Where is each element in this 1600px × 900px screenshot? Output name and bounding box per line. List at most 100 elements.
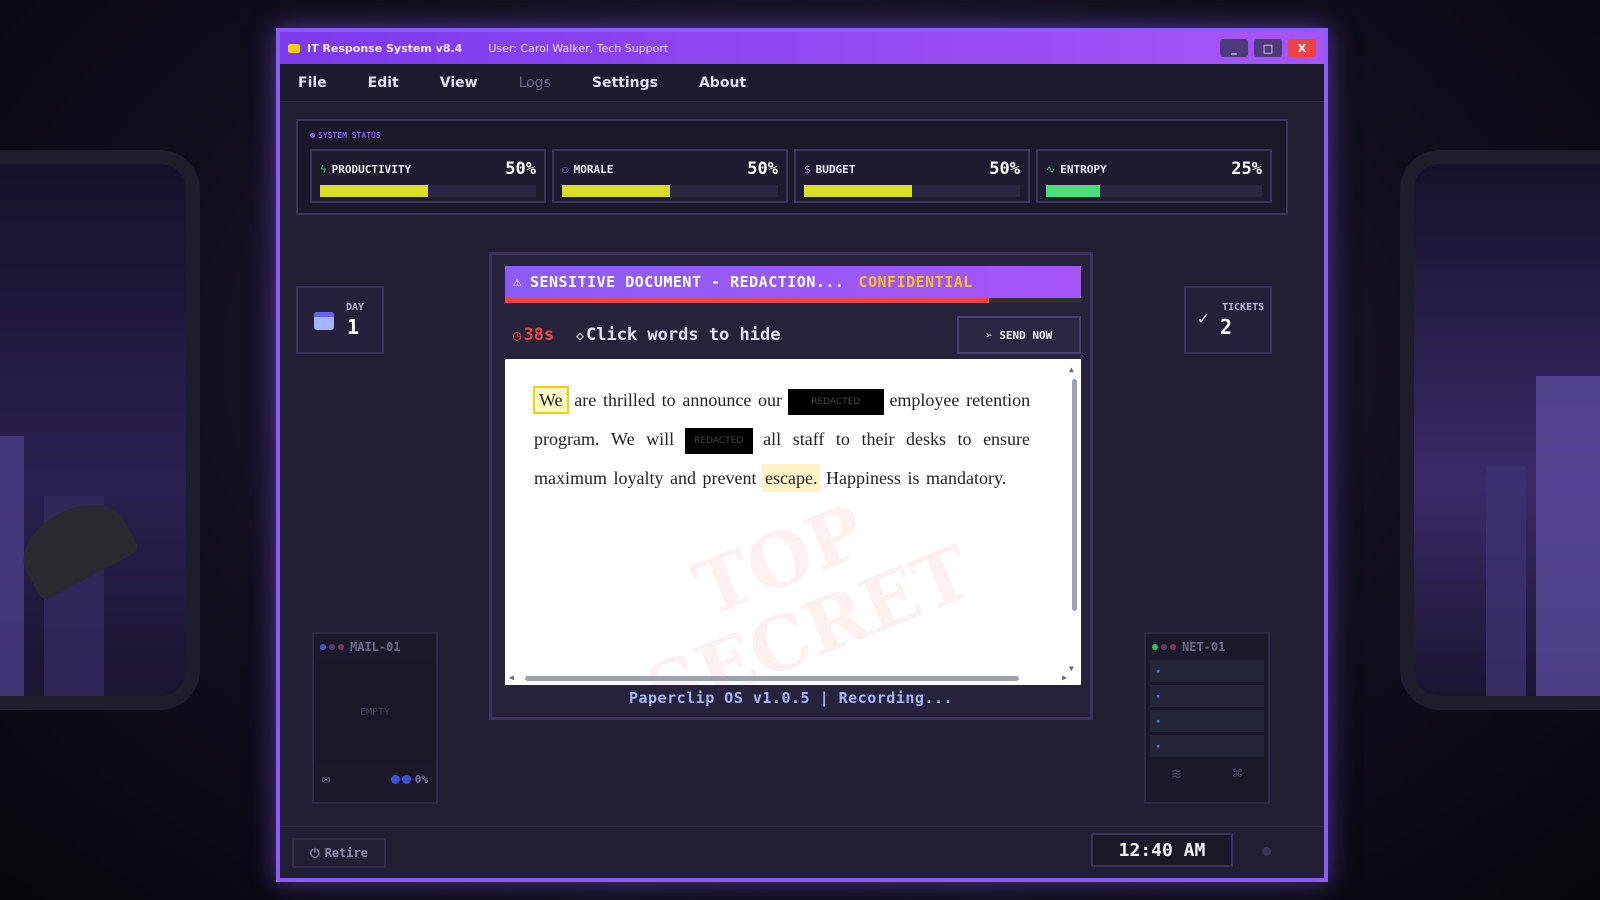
retire-button[interactable]: ⏻ Retire (292, 838, 386, 868)
document-word[interactable]: program. (533, 427, 600, 451)
document-word[interactable]: loyalty (613, 466, 665, 490)
os-footer: Paperclip OS v1.0.5 | Recording... (628, 689, 954, 707)
power-icon: ⏻ (310, 845, 320, 860)
document-word[interactable]: is (906, 466, 920, 490)
document-word[interactable]: to (957, 427, 973, 451)
menu-edit[interactable]: Edit (368, 75, 399, 91)
scroll-down-icon[interactable]: ▼ (1069, 664, 1074, 673)
document-word[interactable]: escape. (761, 464, 821, 492)
meter-fill (804, 185, 912, 197)
document-word[interactable]: to (835, 427, 851, 451)
scroll-thumb[interactable] (1072, 379, 1077, 611)
building (1486, 466, 1526, 696)
send-now-button[interactable]: ➢ SEND NOW (957, 316, 1081, 354)
net-row: ▪ (1150, 660, 1264, 682)
tickets-counter: ✓ TICKETS 2 (1184, 286, 1272, 354)
meter-name: MORALE (573, 162, 614, 176)
app-title: IT Response System v8.4 (307, 41, 463, 55)
envelope-icon[interactable]: ✉ (322, 772, 330, 787)
status-dot (320, 644, 326, 650)
window-controls: _ □ X (1220, 39, 1316, 57)
scroll-right-icon[interactable]: ▶ (1062, 673, 1067, 682)
title-bar[interactable]: IT Response System v8.4 User: Carol Walk… (280, 32, 1324, 64)
status-dot (1170, 644, 1176, 650)
document-word[interactable]: desks (905, 427, 947, 451)
clock-icon: ◷ (513, 328, 522, 344)
clock-display: 12:40 AM (1091, 833, 1233, 867)
document-word[interactable]: their (860, 427, 895, 451)
redacted-word[interactable]: REDACTED (684, 427, 753, 454)
user-label: User: Carol Walker, Tech Support (488, 41, 669, 55)
vertical-scrollbar[interactable]: ▲ ▼ (1069, 365, 1079, 673)
network-topology-icon[interactable]: ⌘ (1233, 764, 1243, 783)
menu-settings[interactable]: Settings (592, 75, 658, 91)
document-word[interactable]: all (762, 427, 782, 451)
close-button[interactable]: X (1288, 39, 1316, 57)
menu-file[interactable]: File (298, 75, 327, 91)
horizontal-scrollbar[interactable]: ◀ ▶ (509, 673, 1067, 683)
building (0, 436, 24, 696)
timer-progress-bar (505, 298, 1081, 303)
paper-plane-icon: ➢ (985, 328, 993, 342)
meter-value: 50% (989, 159, 1020, 179)
left-window (0, 150, 200, 710)
document-word[interactable]: retention (965, 388, 1031, 412)
menu-view[interactable]: View (440, 75, 478, 91)
wifi-icon[interactable]: ≋ (1172, 764, 1182, 783)
calendar-icon (314, 312, 334, 330)
document-word[interactable]: staff (792, 427, 826, 451)
document-word[interactable]: prevent (702, 466, 758, 490)
day-counter: DAY 1 (296, 286, 384, 354)
indicator-dot (1262, 847, 1271, 856)
minimize-button[interactable]: _ (1220, 39, 1248, 57)
system-status-panel: SYSTEM STATUS ϟ PRODUCTIVITY 50% ⚇ MORALE 50… (296, 119, 1288, 215)
document-word[interactable]: Happiness (825, 466, 902, 490)
document-word[interactable]: ensure (982, 427, 1031, 451)
mail-indicator (390, 775, 411, 784)
document-word[interactable]: announce (681, 388, 752, 412)
menu-bar: File Edit View Logs Settings About (280, 64, 1324, 102)
mail-header: MAIL-01 (314, 634, 436, 660)
net-list: ▪ ▪ ▪ ▪ (1146, 660, 1268, 757)
day-value: 1 (347, 315, 360, 339)
document-word[interactable]: will (645, 427, 675, 451)
eraser-icon: ◇ (576, 329, 584, 344)
redacted-word[interactable]: REDACTED (787, 388, 884, 415)
meter-value: 50% (747, 159, 778, 179)
retire-label: Retire (324, 846, 368, 860)
document-word[interactable]: maximum (533, 466, 608, 490)
scroll-thumb[interactable] (525, 676, 1019, 681)
maximize-button[interactable]: □ (1254, 39, 1282, 57)
day-label: DAY (346, 302, 365, 313)
document-word[interactable]: our (757, 388, 783, 412)
app-window: IT Response System v8.4 User: Carol Walk… (276, 28, 1328, 882)
meter-morale: ⚇ MORALE 50% (552, 149, 788, 203)
document-word[interactable]: employee (888, 388, 960, 412)
document-word[interactable]: and (669, 466, 697, 490)
menu-about[interactable]: About (699, 75, 746, 91)
scroll-up-icon[interactable]: ▲ (1069, 365, 1074, 374)
instruction-hint: ◇ Click words to hide (576, 325, 780, 345)
meter-value: 25% (1231, 159, 1262, 179)
document-word[interactable]: mandatory. (925, 466, 1007, 490)
dollar-icon: $ (804, 162, 811, 176)
document-word[interactable]: are (573, 388, 597, 412)
document-word[interactable]: We (610, 427, 636, 451)
menu-logs[interactable]: Logs (519, 75, 551, 91)
dialog-header: ⚠ SENSITIVE DOCUMENT - REDACTION... CONF… (505, 266, 1081, 298)
document-word[interactable]: We (533, 386, 569, 414)
confidential-tag: CONFIDENTIAL (858, 273, 973, 291)
mail-title: MAIL-01 (350, 640, 401, 654)
meter-track (1046, 185, 1262, 197)
meter-fill (320, 185, 428, 197)
dialog-toolbar: ◷ 38s ◇ Click words to hide ➢ SEND NOW (505, 315, 1081, 355)
status-dot (1161, 644, 1167, 650)
document-word[interactable]: to (661, 388, 677, 412)
timer-value: 38s (523, 325, 555, 345)
scroll-left-icon[interactable]: ◀ (509, 673, 514, 682)
countdown-timer: ◷ 38s (513, 325, 554, 345)
net-title: NET-01 (1182, 640, 1226, 654)
net-row: ▪ (1150, 710, 1264, 732)
dialog-title: SENSITIVE DOCUMENT - REDACTION... (529, 273, 845, 291)
document-word[interactable]: thrilled (602, 388, 656, 412)
